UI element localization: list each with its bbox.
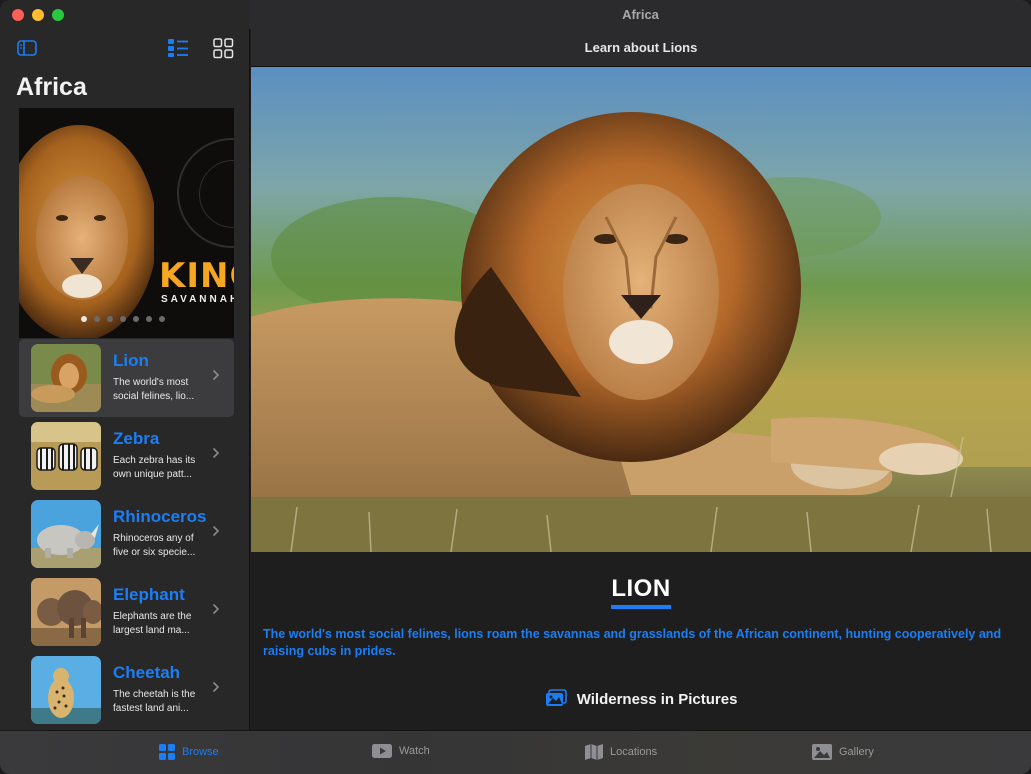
compass-graphic: [177, 138, 234, 248]
app-window: Africa Africa KIN SAVANNAH Lion The worl…: [0, 0, 1031, 774]
sidebar-title: Africa: [16, 73, 87, 101]
map-icon: [585, 744, 603, 760]
carousel-subtitle: SAVANNAH: [161, 294, 234, 305]
animal-description: Elephants are the largest land ma...: [113, 611, 192, 636]
play-icon: [372, 744, 392, 758]
list-item-elephant[interactable]: Elephant Elephants are the largest land …: [19, 573, 234, 651]
chevron-right-icon: [212, 447, 220, 459]
list-item-rhinoceros[interactable]: Rhinoceros Rhinoceros any of five or six…: [19, 495, 234, 573]
close-window-button[interactable]: [12, 9, 24, 21]
page-dot[interactable]: [133, 316, 139, 322]
animal-list: Lion The world's most social felines, li…: [19, 339, 234, 729]
photo-stack-icon: [545, 689, 567, 706]
cheetah-thumbnail: [31, 656, 101, 724]
zebra-thumbnail: [31, 422, 101, 490]
wilderness-section-title: Wilderness in Pictures: [251, 689, 1031, 708]
animal-heading: LION: [251, 575, 1031, 609]
animal-description-text: The world's most social felines, lions r…: [263, 627, 1002, 658]
zoom-window-button[interactable]: [52, 9, 64, 21]
grid-view-icon[interactable]: [213, 38, 234, 59]
window-title: Africa: [622, 7, 659, 22]
animal-description: Rhinoceros any of five or six specie...: [113, 533, 196, 558]
tab-label: Gallery: [839, 746, 874, 758]
page-dot[interactable]: [81, 316, 87, 322]
detail-toolbar: Learn about Lions: [251, 29, 1031, 67]
animal-heading-text: LION: [611, 575, 671, 609]
section-title-label: Wilderness in Pictures: [576, 691, 738, 708]
tab-gallery[interactable]: Gallery: [811, 743, 874, 761]
photo-icon: [812, 744, 832, 760]
page-dot[interactable]: [94, 316, 100, 322]
animal-name: Elephant: [113, 585, 185, 604]
page-dot[interactable]: [107, 316, 113, 322]
tab-label: Locations: [610, 746, 658, 758]
chevron-right-icon: [212, 525, 220, 537]
animal-name: Cheetah: [113, 663, 181, 682]
animal-description: The cheetah is the fastest land ani...: [113, 689, 196, 714]
page-dot[interactable]: [146, 316, 152, 322]
chevron-right-icon: [212, 369, 220, 381]
list-item-zebra[interactable]: Zebra Each zebra has its own unique patt…: [19, 417, 234, 495]
tab-label: Browse: [182, 746, 219, 758]
carousel-lion-image: [19, 125, 154, 338]
tab-bar: Browse Watch Locations Gallery: [0, 730, 1031, 774]
animal-name: Rhinoceros: [113, 507, 207, 526]
minimize-window-button[interactable]: [32, 9, 44, 21]
tab-browse[interactable]: Browse: [158, 743, 219, 761]
animal-name: Lion: [113, 351, 149, 370]
detail-pane: Learn about Lions LION The world's most …: [251, 29, 1031, 730]
page-dot[interactable]: [159, 316, 165, 322]
sidebar: Africa KIN SAVANNAH Lion The world's mos…: [0, 29, 250, 730]
detail-toolbar-title: Learn about Lions: [584, 40, 698, 55]
tab-label: Watch: [399, 745, 430, 757]
list-item-lion[interactable]: Lion The world's most social felines, li…: [19, 339, 234, 417]
animal-name: Zebra: [113, 429, 160, 448]
lion-hero-image: [251, 67, 1031, 552]
carousel-title: KING: [159, 256, 234, 296]
tab-watch[interactable]: Watch: [371, 743, 430, 759]
carousel-page-indicator[interactable]: [81, 316, 165, 322]
featured-carousel[interactable]: KING SAVANNAH: [19, 108, 234, 338]
elephant-thumbnail: [31, 578, 101, 646]
title-bar: Africa: [0, 0, 1031, 29]
chevron-right-icon: [212, 603, 220, 615]
lion-thumbnail: [31, 344, 101, 412]
animal-description: The world's most social felines, lio...: [113, 377, 195, 402]
tab-locations[interactable]: Locations: [584, 743, 657, 761]
list-view-icon[interactable]: [167, 38, 189, 58]
sidebar-toggle-icon[interactable]: [17, 40, 37, 56]
rhinoceros-thumbnail: [31, 500, 101, 568]
list-item-cheetah[interactable]: Cheetah The cheetah is the fastest land …: [19, 651, 234, 729]
animal-description: Each zebra has its own unique patt...: [113, 455, 196, 480]
sidebar-toolbar: [0, 29, 249, 67]
chevron-right-icon: [212, 681, 220, 693]
browse-icon: [159, 744, 175, 760]
page-dot[interactable]: [120, 316, 126, 322]
